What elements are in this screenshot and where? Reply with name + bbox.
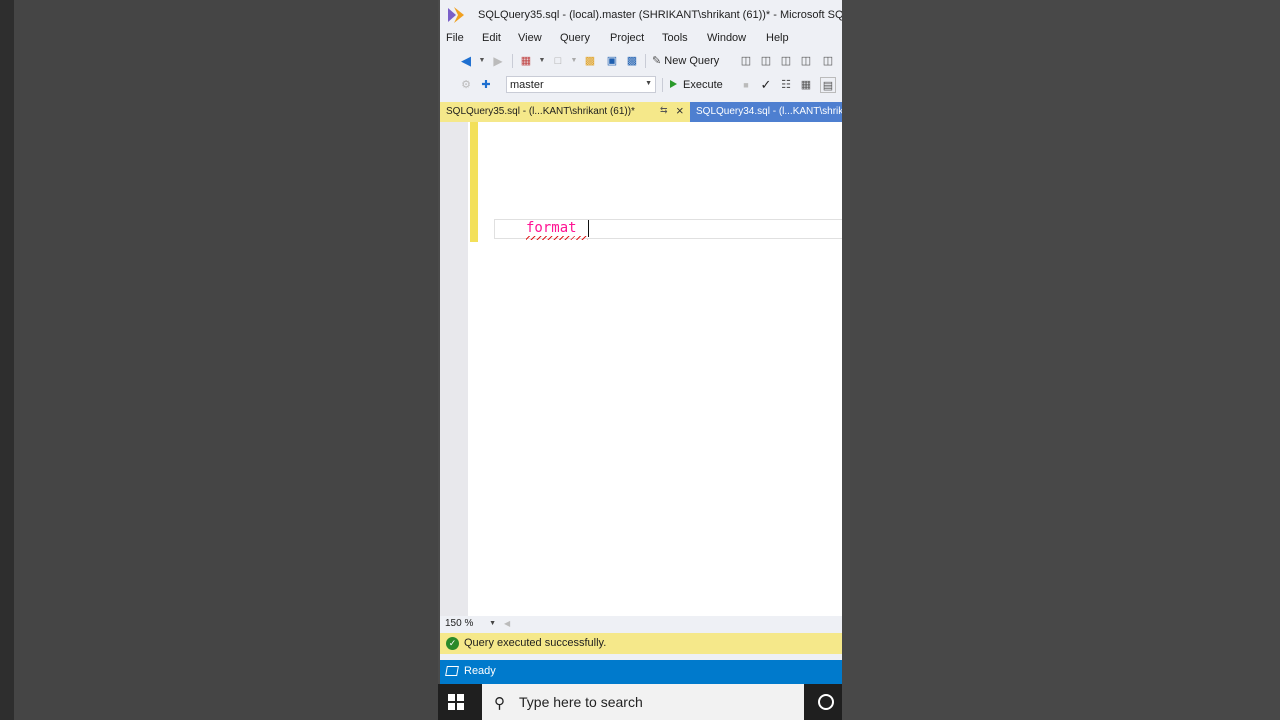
- execute-button[interactable]: Execute: [670, 77, 723, 93]
- search-placeholder: Type here to search: [519, 694, 643, 710]
- query-editor[interactable]: format: [440, 122, 842, 616]
- results-to-grid-icon[interactable]: ▦: [798, 77, 814, 93]
- background-left: [14, 0, 438, 720]
- chevron-down-icon: ▼: [489, 620, 496, 627]
- new-query-button[interactable]: ✎ New Query: [652, 53, 719, 69]
- save-all-icon[interactable]: ▩: [624, 53, 640, 69]
- text-caret: [588, 220, 589, 237]
- toolbar-separator: [662, 78, 663, 92]
- tab-label: SQLQuery35.sql - (l...KANT\shrikant (61)…: [446, 106, 635, 117]
- ready-text: Ready: [464, 665, 496, 677]
- taskbar-search-box[interactable]: ⚲ Type here to search: [482, 684, 804, 720]
- code-line[interactable]: format: [526, 220, 577, 236]
- toolbar-separator: [512, 54, 513, 68]
- back-icon[interactable]: ◀: [458, 53, 474, 69]
- tab-sqlquery34[interactable]: SQLQuery34.sql - (l...KANT\shrikant (60)…: [690, 102, 842, 122]
- execute-label: Execute: [683, 79, 723, 91]
- window-title: SQLQuery35.sql - (local).master (SHRIKAN…: [478, 9, 842, 21]
- back-dropdown-icon[interactable]: ▼: [474, 53, 490, 69]
- zoom-select[interactable]: 150 % ▼: [442, 617, 498, 632]
- ssms-logo-icon: [448, 7, 464, 23]
- windows-logo-pane: [448, 694, 455, 701]
- add-item-icon[interactable]: □: [550, 53, 566, 69]
- dmx-query-icon[interactable]: ◫: [798, 53, 814, 69]
- chevron-down-icon: ▼: [645, 80, 652, 87]
- tab-sqlquery35[interactable]: SQLQuery35.sql - (l...KANT\shrikant (61)…: [440, 102, 690, 122]
- search-icon: ⚲: [494, 695, 505, 712]
- scroll-left-icon[interactable]: ◀: [504, 619, 510, 628]
- windows-logo-pane: [448, 703, 455, 710]
- query-status-bar: ✓ Query executed successfully.: [440, 633, 842, 654]
- sql-editor-toolbar: ⚙ ✚ master ▼ Execute ■ ✓ ☷ ▦ ▤: [440, 74, 842, 96]
- available-databases-select[interactable]: master ▼: [506, 76, 656, 93]
- menu-help[interactable]: Help: [766, 32, 789, 44]
- menu-query[interactable]: Query: [560, 32, 590, 44]
- display-plan-icon[interactable]: ☷: [778, 77, 794, 93]
- standard-toolbar: ◀ ▼ ▶ ▦ ▼ □ ▼ ▩ ▣ ▩ ✎ New Query ◫ ◫ ◫ ◫ …: [440, 50, 842, 72]
- ssms-window: SQLQuery35.sql - (local).master (SHRIKAN…: [440, 0, 842, 684]
- new-query-label: New Query: [664, 55, 720, 67]
- windows-start-icon[interactable]: [448, 694, 464, 710]
- success-check-icon: ✓: [446, 637, 459, 650]
- windows-taskbar: ⚲ Type here to search: [438, 684, 842, 720]
- error-squiggle: [526, 236, 588, 240]
- new-project-dropdown-icon[interactable]: ▼: [534, 53, 550, 69]
- menu-file[interactable]: File: [446, 32, 464, 44]
- windows-logo-pane: [457, 694, 464, 701]
- menu-project[interactable]: Project: [610, 32, 644, 44]
- analysis-query-icon[interactable]: ◫: [758, 53, 774, 69]
- menu-view[interactable]: View: [518, 32, 542, 44]
- background-right: [842, 0, 1280, 720]
- editor-gutter: [440, 122, 468, 616]
- document-tab-strip: SQLQuery35.sql - (l...KANT\shrikant (61)…: [440, 102, 842, 122]
- cortana-icon[interactable]: [818, 694, 834, 710]
- change-connection-icon[interactable]: ✚: [478, 77, 494, 93]
- menu-tools[interactable]: Tools: [662, 32, 688, 44]
- title-bar: SQLQuery35.sql - (local).master (SHRIKAN…: [440, 0, 842, 30]
- database-engine-query-icon[interactable]: ◫: [738, 53, 754, 69]
- save-icon[interactable]: ▣: [604, 53, 620, 69]
- query-status-text: Query executed successfully.: [464, 637, 607, 649]
- close-icon[interactable]: ×: [676, 103, 684, 118]
- menu-edit[interactable]: Edit: [482, 32, 501, 44]
- menu-window[interactable]: Window: [707, 32, 746, 44]
- database-name: master: [510, 79, 544, 91]
- pin-icon[interactable]: ⇆: [660, 105, 668, 116]
- forward-icon[interactable]: ▶: [490, 53, 506, 69]
- change-tracking-bar: [470, 122, 478, 242]
- play-icon: [670, 80, 677, 89]
- new-project-icon[interactable]: ▦: [518, 53, 534, 69]
- app-status-bar: Ready: [440, 660, 842, 684]
- mdx-query-icon[interactable]: ◫: [778, 53, 794, 69]
- ready-window-icon: [445, 666, 459, 676]
- parse-check-icon[interactable]: ✓: [758, 77, 774, 93]
- open-folder-icon[interactable]: ▩: [582, 53, 598, 69]
- add-item-dropdown-icon[interactable]: ▼: [566, 53, 582, 69]
- results-to-text-icon[interactable]: ▤: [820, 77, 836, 93]
- connect-icon[interactable]: ⚙: [458, 77, 474, 93]
- menu-bar: File Edit View Query Project Tools Windo…: [440, 30, 842, 48]
- zoom-level: 150 %: [445, 618, 474, 629]
- editor-zoom-bar: 150 % ▼ ◀: [440, 616, 842, 633]
- toolbar-separator: [645, 54, 646, 68]
- cancel-query-icon[interactable]: ■: [738, 77, 754, 93]
- xmla-query-icon[interactable]: ◫: [820, 53, 836, 69]
- windows-logo-pane: [457, 703, 464, 710]
- background-left-edge: [0, 0, 14, 720]
- tab-label: SQLQuery34.sql - (l...KANT\shrikant (60)…: [696, 106, 842, 117]
- new-query-icon: ✎: [652, 55, 662, 67]
